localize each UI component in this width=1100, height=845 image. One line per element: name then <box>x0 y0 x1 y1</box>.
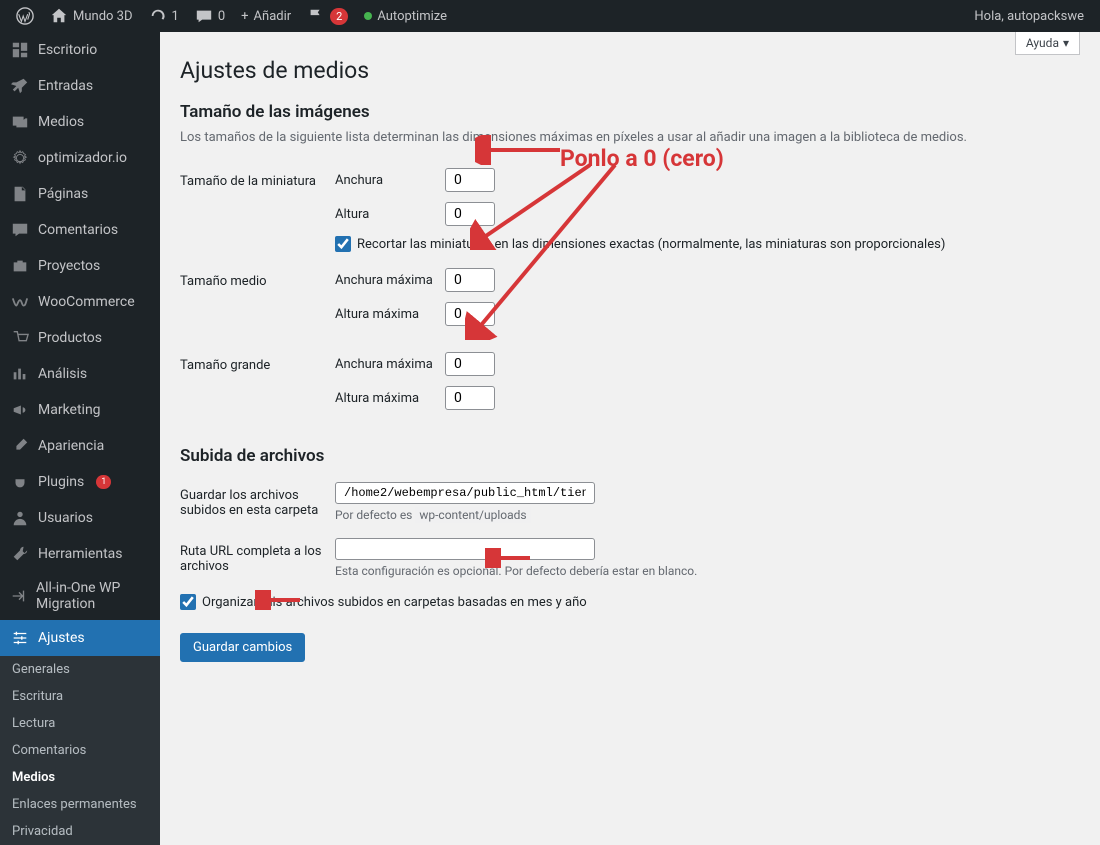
migrate-icon <box>10 586 28 606</box>
woo-icon <box>10 292 30 312</box>
settings-icon <box>10 628 30 648</box>
notifications-link[interactable]: 2 <box>299 0 356 32</box>
medium-size-label: Tamaño medio <box>180 268 335 289</box>
large-size-label: Tamaño grande <box>180 352 335 373</box>
home-icon <box>50 7 68 25</box>
submenu-item-lectura[interactable]: Lectura <box>0 710 160 737</box>
tools-icon <box>10 544 30 564</box>
submenu-item-enlaces-permanentes[interactable]: Enlaces permanentes <box>0 791 160 818</box>
thumbnail-width-input[interactable] <box>445 168 495 192</box>
update-badge: 1 <box>96 475 111 489</box>
site-name-link[interactable]: Mundo 3D <box>42 0 141 32</box>
megaphone-icon <box>10 400 30 420</box>
submenu-item-generales[interactable]: Generales <box>0 656 160 683</box>
max-height-label-2: Altura máxima <box>335 391 435 406</box>
thumbnail-size-label: Tamaño de la miniatura <box>180 168 335 189</box>
upload-path-input[interactable] <box>335 482 595 504</box>
sidebar-item-apariencia[interactable]: Apariencia <box>0 428 160 464</box>
organize-checkbox[interactable] <box>180 594 196 610</box>
submenu-item-privacidad[interactable]: Privacidad <box>0 818 160 845</box>
updates-count: 1 <box>172 9 179 24</box>
chevron-down-icon: ▾ <box>1063 36 1069 50</box>
sizes-description: Los tamaños de la siguiente lista determ… <box>180 130 1080 145</box>
medium-height-input[interactable] <box>445 302 495 326</box>
gear-icon <box>10 148 30 168</box>
wp-logo[interactable] <box>8 0 42 32</box>
sidebar-item-plugins[interactable]: Plugins1 <box>0 464 160 500</box>
sidebar-item-herramientas[interactable]: Herramientas <box>0 536 160 572</box>
sidebar-item-p-ginas[interactable]: Páginas <box>0 176 160 212</box>
main-content: Ayuda▾ Ajustes de medios Tamaño de las i… <box>160 32 1100 845</box>
max-width-label: Anchura máxima <box>335 273 435 288</box>
sidebar-item-optimizador-io[interactable]: optimizador.io <box>0 140 160 176</box>
page-title: Ajustes de medios <box>180 57 1080 84</box>
help-tab[interactable]: Ayuda▾ <box>1015 32 1080 55</box>
max-height-label: Altura máxima <box>335 307 435 322</box>
large-width-input[interactable] <box>445 352 495 376</box>
site-name: Mundo 3D <box>73 9 133 24</box>
sidebar-item-marketing[interactable]: Marketing <box>0 392 160 428</box>
updates-link[interactable]: 1 <box>141 0 187 32</box>
media-icon <box>10 112 30 132</box>
product-icon <box>10 328 30 348</box>
url-path-label: Ruta URL completa a los archivos <box>180 538 335 574</box>
sidebar-item-all-in-one-wp-migration[interactable]: All-in-One WP Migration <box>0 572 160 620</box>
height-label: Altura <box>335 207 435 222</box>
autoptimize-label: Autoptimize <box>377 9 447 24</box>
pin-icon <box>10 76 30 96</box>
notif-badge: 2 <box>330 8 348 25</box>
add-new-link[interactable]: + Añadir <box>233 0 299 32</box>
sidebar-item-usuarios[interactable]: Usuarios <box>0 500 160 536</box>
section-uploads: Subida de archivos <box>180 446 1080 466</box>
autoptimize-link[interactable]: Autoptimize <box>356 0 455 32</box>
comments-link[interactable]: 0 <box>187 0 233 32</box>
organize-checkbox-label[interactable]: Organizar mis archivos subidos en carpet… <box>180 594 587 610</box>
sidebar-item-ajustes[interactable]: Ajustes <box>0 620 160 656</box>
submenu-item-comentarios[interactable]: Comentarios <box>0 737 160 764</box>
plus-icon: + <box>241 9 248 24</box>
save-button[interactable]: Guardar cambios <box>180 633 305 662</box>
url-path-input[interactable] <box>335 538 595 560</box>
wordpress-icon <box>16 7 34 25</box>
page-icon <box>10 184 30 204</box>
crop-checkbox[interactable] <box>335 236 351 252</box>
sidebar-item-productos[interactable]: Productos <box>0 320 160 356</box>
sidebar-item-proyectos[interactable]: Proyectos <box>0 248 160 284</box>
update-icon <box>149 7 167 25</box>
add-new-label: Añadir <box>254 9 292 24</box>
thumbnail-height-input[interactable] <box>445 202 495 226</box>
crop-checkbox-label[interactable]: Recortar las miniaturas en las dimension… <box>335 236 1080 252</box>
sidebar-item-entradas[interactable]: Entradas <box>0 68 160 104</box>
large-height-input[interactable] <box>445 386 495 410</box>
max-width-label-2: Anchura máxima <box>335 357 435 372</box>
medium-width-input[interactable] <box>445 268 495 292</box>
upload-path-label: Guardar los archivos subidos en esta car… <box>180 482 335 518</box>
comment-icon <box>10 220 30 240</box>
sidebar-item-an-lisis[interactable]: Análisis <box>0 356 160 392</box>
brush-icon <box>10 436 30 456</box>
dashboard-icon <box>10 40 30 60</box>
sidebar-item-woocommerce[interactable]: WooCommerce <box>0 284 160 320</box>
url-hint: Esta configuración es opcional. Por defe… <box>335 564 1080 578</box>
greeting-text: Hola, autopackswe <box>974 9 1084 24</box>
sidebar-item-comentarios[interactable]: Comentarios <box>0 212 160 248</box>
submenu-item-medios[interactable]: Medios <box>0 764 160 791</box>
flag-icon <box>307 7 325 25</box>
section-image-sizes: Tamaño de las imágenes <box>180 102 1080 122</box>
user-icon <box>10 508 30 528</box>
width-label: Anchura <box>335 173 435 188</box>
comment-icon <box>195 7 213 25</box>
sidebar-item-medios[interactable]: Medios <box>0 104 160 140</box>
upload-default-hint: Por defecto es wp-content/uploads <box>335 508 1080 522</box>
portfolio-icon <box>10 256 30 276</box>
chart-icon <box>10 364 30 384</box>
plug-icon <box>10 472 30 492</box>
submenu-item-escritura[interactable]: Escritura <box>0 683 160 710</box>
status-dot-icon <box>364 12 372 20</box>
account-link[interactable]: Hola, autopackswe <box>966 0 1092 32</box>
admin-sidebar: EscritorioEntradasMediosoptimizador.ioPá… <box>0 32 160 845</box>
comments-count: 0 <box>218 9 225 24</box>
sidebar-item-escritorio[interactable]: Escritorio <box>0 32 160 68</box>
